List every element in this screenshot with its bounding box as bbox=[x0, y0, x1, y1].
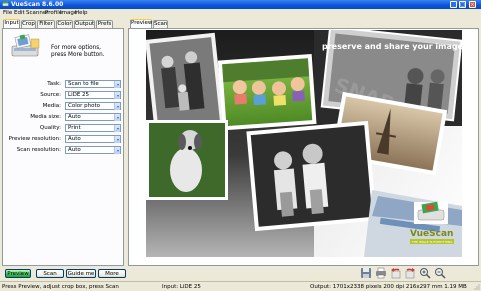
media-label: Media: bbox=[42, 103, 61, 109]
input-tab-content: For more options, press More button. Tas… bbox=[2, 28, 124, 266]
promo-headline: preserve and share your images bbox=[322, 42, 462, 51]
preview-resolution-select[interactable]: Auto bbox=[65, 135, 121, 143]
chevron-down-icon[interactable] bbox=[114, 114, 120, 121]
status-input: Input: LiDE 25 bbox=[162, 284, 201, 290]
quality-value: Print bbox=[68, 125, 81, 131]
title-bar: VueScan 8.6.00 _ □ × bbox=[0, 0, 481, 9]
logo-text: VueScan bbox=[410, 229, 453, 239]
chevron-down-icon[interactable] bbox=[114, 103, 120, 110]
tab-filter[interactable]: Filter bbox=[37, 20, 55, 28]
tab-output[interactable]: Output bbox=[74, 20, 95, 28]
window-title: VueScan 8.6.00 bbox=[11, 1, 64, 8]
chevron-down-icon[interactable] bbox=[114, 125, 120, 132]
preview-resolution-label: Preview resolution: bbox=[8, 136, 61, 142]
media-size-select[interactable]: Auto bbox=[65, 113, 121, 121]
source-select[interactable]: LiDE 25 bbox=[65, 91, 121, 99]
chevron-down-icon[interactable] bbox=[114, 136, 120, 143]
minimize-button[interactable]: _ bbox=[450, 1, 457, 8]
tab-color[interactable]: Color bbox=[56, 20, 73, 28]
button-bar: Preview Scan Guide me More bbox=[0, 266, 481, 281]
help-text-line1: For more options, bbox=[51, 45, 101, 51]
rotate-right-icon[interactable] bbox=[404, 267, 416, 279]
settings-panel: Input Crop Filter Color Output Prefs For… bbox=[0, 18, 126, 266]
preview-button[interactable]: Preview bbox=[5, 269, 31, 278]
children-photo bbox=[217, 54, 317, 131]
task-label: Task: bbox=[47, 81, 61, 87]
preview-panel: Preview Scan SNAP preserve and share you… bbox=[128, 18, 481, 266]
vuescan-app-icon bbox=[2, 1, 9, 7]
maximize-button[interactable]: □ bbox=[459, 1, 466, 8]
help-text: For more options, press More button. bbox=[51, 45, 105, 59]
close-button[interactable]: × bbox=[469, 1, 476, 8]
rotate-left-icon[interactable] bbox=[390, 267, 402, 279]
tab-prefs[interactable]: Prefs bbox=[96, 20, 113, 28]
scan-resolution-value: Auto bbox=[68, 147, 81, 153]
save-icon[interactable] bbox=[360, 267, 372, 279]
help-text-line2: press More button. bbox=[51, 52, 105, 58]
task-select[interactable]: Scan to file bbox=[65, 80, 121, 88]
tab-preview[interactable]: Preview bbox=[130, 19, 152, 28]
zoom-in-icon[interactable] bbox=[419, 267, 431, 279]
family-photo bbox=[146, 32, 225, 132]
zoom-out-icon[interactable] bbox=[434, 267, 446, 279]
preview-resolution-value: Auto bbox=[68, 136, 81, 142]
dog-photo bbox=[146, 120, 228, 200]
tab-scan[interactable]: Scan bbox=[153, 20, 168, 28]
resize-grip-icon[interactable] bbox=[473, 283, 480, 290]
task-value: Scan to file bbox=[68, 81, 99, 87]
tab-crop[interactable]: Crop bbox=[21, 20, 36, 28]
source-value: LiDE 25 bbox=[68, 92, 90, 98]
scan-resolution-label: Scan resolution: bbox=[16, 147, 61, 153]
vuescan-logo: VueScan THE IMAGE IS EVERYTHING bbox=[410, 201, 454, 244]
logo-tagline: THE IMAGE IS EVERYTHING bbox=[411, 240, 453, 244]
scan-button[interactable]: Scan bbox=[36, 269, 64, 278]
menu-bar: File Edit Scanner Profile Image Help bbox=[0, 9, 481, 18]
quality-label: Quality: bbox=[39, 125, 61, 131]
status-output: Output: 1701x2338 pixels 200 dpi 216x297… bbox=[310, 284, 467, 290]
chevron-down-icon[interactable] bbox=[114, 92, 120, 99]
chevron-down-icon[interactable] bbox=[114, 147, 120, 154]
guide-me-button[interactable]: Guide me bbox=[66, 269, 96, 278]
chevron-down-icon[interactable] bbox=[114, 81, 120, 88]
media-size-value: Auto bbox=[68, 114, 81, 120]
scanner-help-icon bbox=[11, 34, 40, 57]
promo-artwork: SNAP preserve and share your images VueS… bbox=[146, 30, 462, 257]
status-bar: Press Preview, adjust crop box, press Sc… bbox=[0, 281, 481, 291]
media-select[interactable]: Color photo bbox=[65, 102, 121, 110]
status-hint: Press Preview, adjust crop box, press Sc… bbox=[2, 284, 119, 290]
menu-file[interactable]: File bbox=[3, 10, 12, 17]
menu-edit[interactable]: Edit bbox=[14, 10, 25, 17]
print-icon[interactable] bbox=[375, 267, 387, 279]
media-size-label: Media size: bbox=[30, 114, 61, 120]
more-button[interactable]: More bbox=[98, 269, 126, 278]
menu-help[interactable]: Help bbox=[75, 10, 88, 17]
preview-image[interactable]: SNAP preserve and share your images VueS… bbox=[146, 30, 462, 257]
preview-area[interactable]: SNAP preserve and share your images VueS… bbox=[128, 28, 479, 266]
boys-photo bbox=[246, 120, 377, 232]
source-label: Source: bbox=[40, 92, 61, 98]
quality-select[interactable]: Print bbox=[65, 124, 121, 132]
tab-input[interactable]: Input bbox=[3, 19, 20, 28]
scan-resolution-select[interactable]: Auto bbox=[65, 146, 121, 154]
media-value: Color photo bbox=[68, 103, 100, 109]
